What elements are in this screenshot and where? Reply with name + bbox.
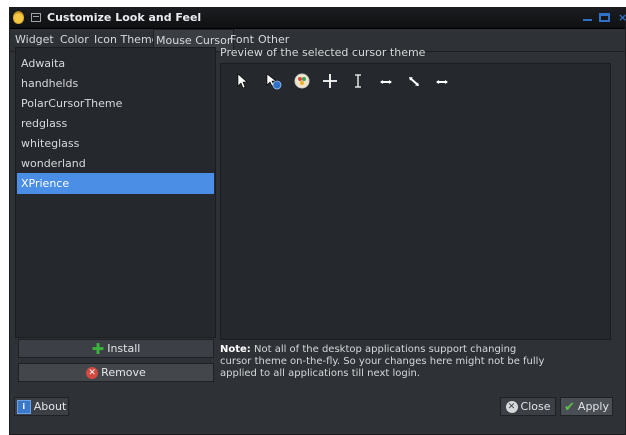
close-icon: ✕ (505, 401, 518, 413)
app-icon (13, 11, 24, 24)
install-button[interactable]: ✚ Install (18, 339, 214, 358)
cursor-theme-list: Adwaita handhelds PolarCursorTheme redgl… (15, 47, 216, 338)
crosshair-cursor-icon (323, 74, 337, 88)
diagonal-resize-cursor-icon (409, 77, 419, 86)
list-item-selected[interactable]: XPrience (17, 173, 214, 194)
text-cursor-icon (355, 74, 361, 88)
preview-label: Preview of the selected cursor theme (220, 46, 426, 59)
about-button[interactable]: i About (14, 397, 69, 416)
horizontal-resize-cursor-icon (380, 80, 392, 84)
remove-icon: ✕ (86, 367, 99, 379)
list-item[interactable]: PolarCursorTheme (17, 93, 214, 114)
window-title: Customize Look and Feel (47, 11, 202, 24)
horizontal-resize-cursor-icon (436, 80, 448, 84)
busy-arrow-cursor-icon (266, 73, 282, 90)
list-item[interactable]: redglass (17, 113, 214, 134)
list-item[interactable]: wonderland (17, 153, 214, 174)
maximize-icon[interactable] (599, 13, 610, 22)
apply-label: Apply (577, 400, 609, 413)
minimize-icon[interactable] (581, 12, 594, 23)
remove-label: Remove (101, 366, 146, 379)
close-label: Close (520, 400, 551, 413)
note-body: Not all of the desktop applications supp… (220, 344, 545, 379)
note-bold: Note: (220, 344, 251, 355)
about-label: About (33, 400, 67, 413)
watch-cursor-icon (294, 73, 310, 89)
arrow-cursor-icon (237, 73, 248, 89)
add-icon: ✚ (91, 340, 105, 358)
remove-button[interactable]: ✕ Remove (18, 363, 214, 382)
close-button[interactable]: ✕ Close (500, 397, 556, 416)
info-icon: i (16, 400, 31, 414)
checkmark-icon: ✔ (564, 399, 575, 415)
cursor-preview-area (220, 63, 611, 340)
title-bar[interactable]: Customize Look and Feel × (10, 8, 626, 29)
list-item[interactable]: Adwaita (17, 53, 214, 74)
window-menu-icon[interactable] (31, 13, 41, 22)
list-item[interactable]: handhelds (17, 73, 214, 94)
install-label: Install (107, 342, 141, 355)
apply-button[interactable]: ✔ Apply (560, 397, 613, 416)
close-window-icon[interactable]: × (618, 12, 626, 23)
list-item[interactable]: whiteglass (17, 133, 214, 154)
note-text: Note: Not all of the desktop application… (220, 344, 550, 380)
